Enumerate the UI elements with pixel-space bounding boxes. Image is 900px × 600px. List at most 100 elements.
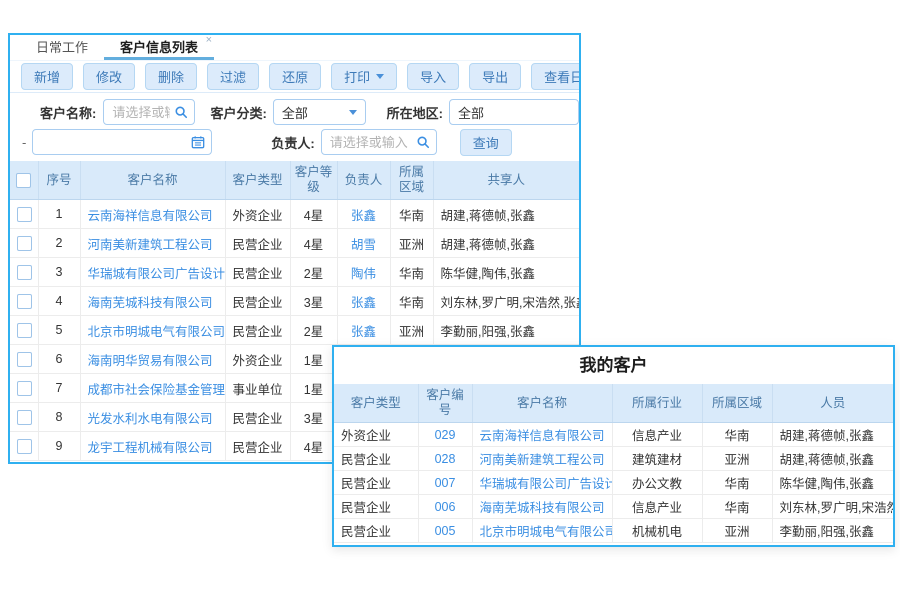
- toolbar-button-label: 新增: [34, 67, 60, 86]
- toolbar-button-查看日志[interactable]: 查看日志: [531, 63, 581, 90]
- tab-label: 客户信息列表: [120, 40, 198, 55]
- cell-customer-level: 3星: [290, 403, 337, 432]
- customer-name-link[interactable]: 北京市明城电气有限公司: [480, 525, 613, 539]
- cell-people: 陈华健,陶伟,张鑫: [772, 471, 893, 495]
- cell-industry: 信息产业: [612, 495, 702, 519]
- column-header-owner: 负责人: [337, 161, 390, 200]
- cell-customer-type: 外资企业: [225, 345, 290, 374]
- customer-code-link[interactable]: 029: [435, 428, 456, 442]
- cell-owner: 陶伟: [337, 258, 390, 287]
- owner-link[interactable]: 陶伟: [351, 267, 376, 281]
- cell-customer-level: 1星: [290, 345, 337, 374]
- owner-link[interactable]: 胡雪: [351, 238, 376, 252]
- cell-index: 8: [38, 403, 80, 432]
- customer-name-link[interactable]: 成都市社会保险基金管理...: [88, 383, 226, 397]
- cell-customer-type: 民营企业: [334, 471, 418, 495]
- cell-customer-level: 4星: [290, 432, 337, 461]
- date-range-separator: -: [22, 135, 26, 150]
- column-header-customer-code: 客户编号: [418, 384, 472, 423]
- cell-checkbox: [10, 287, 38, 316]
- cell-shared-with: 李勤丽,阳强,张鑫: [433, 316, 579, 345]
- customer-name-link[interactable]: 云南海祥信息有限公司: [88, 209, 213, 223]
- cell-index: 5: [38, 316, 80, 345]
- toolbar-button-新增[interactable]: 新增: [21, 63, 73, 90]
- column-header-industry: 所属行业: [612, 384, 702, 423]
- region-select[interactable]: 全部: [449, 99, 579, 125]
- cell-checkbox: [10, 229, 38, 258]
- cell-customer-type: 民营企业: [225, 432, 290, 461]
- customer-name-label: 客户名称:: [40, 103, 96, 122]
- cell-customer-type: 民营企业: [334, 519, 418, 543]
- cell-industry: 机械机电: [612, 519, 702, 543]
- customer-name-link[interactable]: 龙宇工程机械有限公司: [88, 441, 213, 455]
- cell-owner: 胡雪: [337, 229, 390, 258]
- owner-link[interactable]: 张鑫: [351, 325, 376, 339]
- column-header-shared-with: 共享人: [433, 161, 579, 200]
- query-button[interactable]: 查询: [460, 129, 512, 156]
- toolbar-button-导出[interactable]: 导出: [469, 63, 521, 90]
- customer-name-link[interactable]: 海南明华贸易有限公司: [88, 354, 213, 368]
- customer-name-link[interactable]: 海南芜城科技有限公司: [480, 501, 605, 515]
- customer-name-link[interactable]: 河南美新建筑工程公司: [480, 453, 605, 467]
- tab-bar: 日常工作 客户信息列表 ×: [10, 35, 579, 61]
- cell-shared-with: 胡建,蒋德帧,张鑫: [433, 229, 579, 258]
- search-icon[interactable]: [174, 105, 188, 119]
- toolbar-button-过滤[interactable]: 过滤: [207, 63, 259, 90]
- customer-name-link[interactable]: 河南美新建筑工程公司: [88, 238, 213, 252]
- toolbar-button-label: 导出: [482, 67, 508, 86]
- column-header-people: 人员: [772, 384, 893, 423]
- cell-checkbox: [10, 316, 38, 345]
- toolbar-button-还原[interactable]: 还原: [269, 63, 321, 90]
- tab-daily-work[interactable]: 日常工作: [20, 36, 104, 60]
- calendar-icon[interactable]: [191, 135, 205, 149]
- customer-code-link[interactable]: 007: [435, 476, 456, 490]
- customer-code-link[interactable]: 028: [435, 452, 456, 466]
- tab-customer-info-list[interactable]: 客户信息列表 ×: [104, 36, 214, 60]
- cell-industry: 办公文教: [612, 471, 702, 495]
- cell-shared-with: 刘东林,罗广明,宋浩然,张鑫: [433, 287, 579, 316]
- toolbar-button-打印[interactable]: 打印: [331, 63, 397, 90]
- cell-customer-code: 028: [418, 447, 472, 471]
- cell-customer-level: 1星: [290, 374, 337, 403]
- row-checkbox[interactable]: [17, 381, 32, 396]
- close-icon[interactable]: ×: [206, 35, 212, 46]
- customer-name-link[interactable]: 华瑞城有限公司广告设计部: [480, 477, 613, 491]
- row-checkbox[interactable]: [17, 207, 32, 222]
- toolbar-button-修改[interactable]: 修改: [83, 63, 135, 90]
- owner-link[interactable]: 张鑫: [351, 296, 376, 310]
- customer-name-link[interactable]: 北京市明城电气有限公司: [88, 325, 226, 339]
- cell-owner: 张鑫: [337, 200, 390, 229]
- table-row: 民营企业007华瑞城有限公司广告设计部办公文教华南陈华健,陶伟,张鑫: [334, 471, 893, 495]
- table-header-row: 客户类型客户编号客户名称所属行业所属区域人员: [334, 384, 893, 423]
- customer-name-link[interactable]: 光发水利水电有限公司: [88, 412, 213, 426]
- column-header-customer-name: 客户名称: [80, 161, 225, 200]
- row-checkbox[interactable]: [17, 294, 32, 309]
- customer-name-link[interactable]: 海南芜城科技有限公司: [88, 296, 213, 310]
- row-checkbox[interactable]: [17, 236, 32, 251]
- toolbar-button-删除[interactable]: 删除: [145, 63, 197, 90]
- customer-code-link[interactable]: 005: [435, 524, 456, 538]
- owner-link[interactable]: 张鑫: [351, 209, 376, 223]
- cell-customer-name: 华瑞城有限公司广告设计部: [472, 471, 612, 495]
- row-checkbox[interactable]: [17, 323, 32, 338]
- column-header-checkbox: [10, 161, 38, 200]
- row-checkbox[interactable]: [17, 439, 32, 454]
- row-checkbox[interactable]: [17, 352, 32, 367]
- table-row: 3华瑞城有限公司广告设计部民营企业2星陶伟华南陈华健,陶伟,张鑫: [10, 258, 579, 287]
- category-select[interactable]: 全部: [273, 99, 366, 125]
- search-icon[interactable]: [416, 135, 430, 149]
- row-checkbox[interactable]: [17, 265, 32, 280]
- customer-name-link[interactable]: 华瑞城有限公司广告设计部: [88, 267, 226, 281]
- customer-name-link[interactable]: 云南海祥信息有限公司: [480, 429, 605, 443]
- row-checkbox[interactable]: [17, 410, 32, 425]
- cell-customer-type: 民营企业: [225, 403, 290, 432]
- customer-code-link[interactable]: 006: [435, 500, 456, 514]
- cell-index: 2: [38, 229, 80, 258]
- cell-index: 7: [38, 374, 80, 403]
- toolbar-button-导入[interactable]: 导入: [407, 63, 459, 90]
- select-all-checkbox[interactable]: [16, 173, 31, 188]
- table-row: 5北京市明城电气有限公司民营企业2星张鑫亚洲李勤丽,阳强,张鑫: [10, 316, 579, 345]
- cell-customer-name: 海南芜城科技有限公司: [80, 287, 225, 316]
- date-input[interactable]: [33, 135, 211, 150]
- owner-field: [321, 129, 437, 155]
